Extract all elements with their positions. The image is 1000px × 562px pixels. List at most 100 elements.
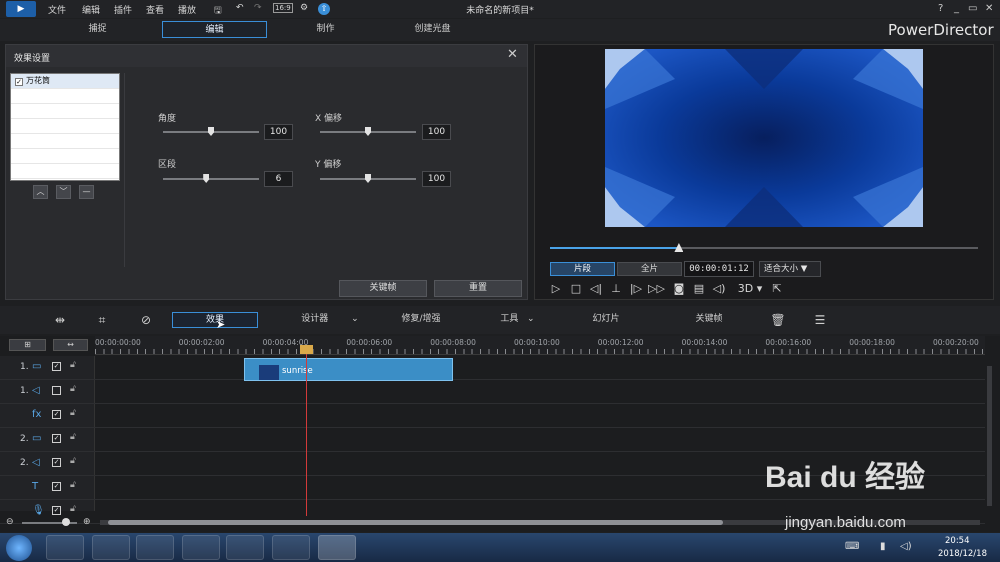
tab-produce[interactable]: 制作 [278,21,373,38]
menu-plugins[interactable]: 插件 [114,3,132,16]
keyboard-icon[interactable]: ⌨ [845,541,859,552]
effect-button[interactable]: 效果 [172,312,258,328]
slideshow-button[interactable]: 幻灯片 [580,312,632,328]
move-down-button[interactable]: ﹀ [56,185,71,199]
next-frame-icon[interactable]: |▷ [628,281,644,297]
settings-icon[interactable]: ⚙ [300,3,308,13]
lock-icon[interactable]: 🔓︎ [70,384,76,394]
track-enable-checkbox[interactable]: ✓ [52,506,61,515]
close-button[interactable]: ✕ [985,3,993,14]
angle-slider-thumb[interactable] [208,127,214,136]
lock-icon[interactable]: 🔓︎ [70,456,76,466]
start-button[interactable] [6,535,32,561]
track-row[interactable]: 1. ◁ 🔓︎ [0,380,985,404]
restore-button[interactable]: ▭ [968,3,977,14]
move-up-button[interactable]: ︿ [33,185,48,199]
track-enable-checkbox[interactable]: ✓ [52,482,61,491]
lock-icon[interactable]: 🔓︎ [70,504,76,514]
snapshot-icon[interactable]: ◙ [671,281,687,297]
video-clip[interactable]: sunrise [244,358,453,381]
tab-movie-mode[interactable]: 全片 [617,262,682,276]
reset-button[interactable]: 重置 [434,280,522,297]
taskbar-app-browser[interactable] [46,535,84,560]
timecode-display[interactable]: 00:00:01:12 [684,261,754,277]
zoom-in-icon[interactable]: ⊕ [83,517,91,527]
zoom-out-icon[interactable]: ⊖ [6,517,14,527]
tab-clip-mode[interactable]: 片段 [550,262,615,276]
network-icon[interactable]: ▮ [880,541,886,552]
close-icon[interactable]: ✕ [507,47,518,62]
stop-icon[interactable]: □ [568,281,584,297]
taskbar-app-explorer[interactable] [92,535,130,560]
list-view-icon[interactable]: ☰ [812,312,828,328]
lock-icon[interactable]: 🔓︎ [70,480,76,490]
tab-create-disc[interactable]: 创建光盘 [385,21,480,38]
remove-button[interactable]: — [79,185,94,199]
zoom-slider-thumb[interactable] [62,518,70,526]
tab-capture[interactable]: 捕捉 [50,21,145,38]
track-row[interactable]: fx ✓ 🔓︎ [0,404,985,428]
clock-date[interactable]: 2018/12/18 [938,549,987,559]
subtitle-icon[interactable]: ▤ [691,281,707,297]
taskbar-app-firefox[interactable] [182,535,220,560]
fit-tracks-button[interactable]: ↔ [53,339,88,351]
fast-forward-icon[interactable]: ▷▷ [648,281,665,297]
undock-icon[interactable]: ⇱ [769,281,785,297]
menu-view[interactable]: 查看 [146,3,164,16]
segment-value[interactable]: 6 [264,171,293,187]
keyframe-toolbar-button[interactable]: 关键帧 [685,312,733,328]
split-icon[interactable]: ⊥ [608,281,624,297]
menu-play[interactable]: 播放 [178,3,196,16]
segment-slider[interactable] [163,178,259,180]
upgrade-icon[interactable]: ⇧ [318,3,330,15]
track-enable-checkbox[interactable]: ✓ [52,362,61,371]
y-offset-slider-thumb[interactable] [365,174,371,183]
undo-icon[interactable]: ↶ [236,3,244,13]
trash-icon[interactable]: 🗑 [770,312,786,328]
track-enable-checkbox[interactable]: ✓ [52,410,61,419]
help-button[interactable]: ? [938,3,943,14]
track-manager-button[interactable]: ⊞ [9,339,46,351]
track-enable-checkbox[interactable]: ✓ [52,458,61,467]
taskbar-app-powerdirector[interactable] [318,535,356,560]
tab-edit[interactable]: 编辑 [162,21,267,38]
menu-edit[interactable]: 编辑 [82,3,100,16]
segment-slider-thumb[interactable] [203,174,210,183]
menu-file[interactable]: 文件 [48,3,66,16]
track-enable-checkbox[interactable]: ✓ [52,434,61,443]
taskbar-app-recorder[interactable] [272,535,310,560]
mask-icon[interactable]: ⊘ [138,312,154,328]
taskbar-app-qq[interactable] [136,535,174,560]
play-icon[interactable]: ▷ [548,281,564,297]
save-icon[interactable]: 🖫 [214,3,222,19]
minimize-button[interactable]: _ [954,3,959,14]
track-row[interactable]: 2. ▭ ✓ 🔓︎ [0,428,985,452]
y-offset-value[interactable]: 100 [422,171,451,187]
x-offset-slider-thumb[interactable] [365,127,371,136]
fit-size-select[interactable]: 适合大小 ▼ [759,261,821,277]
track-enable-checkbox[interactable] [52,386,61,395]
fit-timeline-icon[interactable]: ⇹ [52,312,68,328]
timeline-ruler[interactable]: 00:00:00:00 00:00:02:00 00:00:04:00 00:00:0… [95,336,985,355]
x-offset-value[interactable]: 100 [422,124,451,140]
previous-frame-icon[interactable]: ◁| [588,281,604,297]
lock-icon[interactable]: 🔓︎ [70,408,76,418]
tools-button[interactable]: 工具 ⌄ [490,312,545,328]
volume-icon[interactable]: ◁) [711,281,727,297]
designer-button[interactable]: 设计器 ⌄ [290,312,370,328]
effect-checkbox[interactable]: ✓ [15,78,23,86]
crop-icon[interactable]: ⌗ [94,312,110,328]
stereo-3d-button[interactable]: 3D ▾ [735,281,765,297]
redo-icon[interactable]: ↷ [254,3,262,13]
taskbar-app-media[interactable] [226,535,264,560]
scrollbar-thumb[interactable] [108,520,723,525]
lock-icon[interactable]: 🔓︎ [70,360,76,370]
lock-icon[interactable]: 🔓︎ [70,432,76,442]
list-item[interactable]: ✓ 万花筒 [11,74,119,89]
playhead-handle[interactable] [300,345,313,354]
fix-enhance-button[interactable]: 修复/增强 [388,312,454,328]
track-row[interactable]: 1. ▭ ✓ 🔓︎ [0,356,985,380]
angle-value[interactable]: 100 [264,124,293,140]
volume-tray-icon[interactable]: ◁) [900,541,912,552]
aspect-ratio-icon[interactable]: 16:9 [273,3,293,13]
